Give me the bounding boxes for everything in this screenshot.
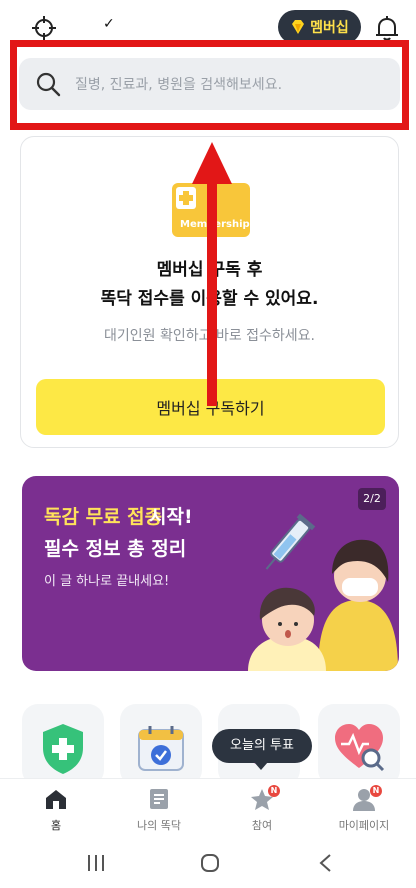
nav-mypage[interactable]: N 마이페이지 <box>314 785 414 833</box>
bell-icon[interactable] <box>372 13 402 43</box>
membership-title-line2: 똑닥 접수를 이용할 수 있어요. <box>100 289 319 309</box>
vote-tooltip[interactable]: 오늘의 투표 <box>212 729 312 763</box>
nav-mypage-label: 마이페이지 <box>338 819 390 832</box>
home-button-icon[interactable] <box>200 853 220 873</box>
calendar-check-icon <box>138 726 184 771</box>
back-icon[interactable] <box>318 853 334 873</box>
nav-home-label: 홈 <box>50 819 62 832</box>
banner-title-rest: 시작! <box>149 506 193 528</box>
heart-search-icon <box>335 724 385 772</box>
quick-tile-health-check[interactable] <box>318 704 400 786</box>
banner-page-indicator: 2/2 <box>358 488 386 510</box>
nav-participate-badge: N <box>268 785 280 797</box>
membership-button[interactable]: 멤버십 <box>278 10 361 44</box>
membership-card-icon: Membership <box>172 183 250 237</box>
document-icon <box>150 789 168 809</box>
nav-my-ddocdoc[interactable]: 나의 똑닥 <box>109 787 209 833</box>
membership-card: Membership 멤버십 구독 후 똑닥 접수를 이용할 수 있어요. 대기… <box>20 136 399 448</box>
nav-mypage-badge: N <box>370 785 382 797</box>
quick-tile-reservation[interactable] <box>120 704 202 786</box>
membership-icon-text: Membership <box>180 219 250 230</box>
check-icon: ✓ <box>103 16 115 32</box>
bottom-navigation: 홈 나의 똑닥 N 참여 N 마이페이지 <box>0 778 416 836</box>
vaccine-illustration <box>248 513 398 671</box>
quick-menu-row <box>0 704 416 786</box>
home-icon <box>46 790 66 809</box>
subscribe-membership-button[interactable]: 멤버십 구독하기 <box>36 379 385 435</box>
annotation-highlight-box <box>10 40 409 130</box>
gem-icon <box>292 20 305 34</box>
membership-subtitle: 대기인원 확인하고 바로 접수하세요. <box>104 328 315 344</box>
shield-plus-icon <box>43 724 83 774</box>
membership-title-line1: 멤버십 구독 후 <box>156 260 263 280</box>
system-navigation-bar <box>0 836 416 888</box>
recent-apps-icon[interactable] <box>86 854 106 872</box>
crosshair-icon[interactable] <box>30 14 58 42</box>
promo-banner[interactable]: 독감 무료 접종 시작! 필수 정보 총 정리 이 글 하나로 끝내세요! 2/… <box>22 476 399 671</box>
banner-title-line2: 필수 정보 총 정리 <box>44 538 187 560</box>
nav-participate-label: 참여 <box>251 819 273 832</box>
banner-title-highlight: 독감 무료 접종 <box>44 506 163 528</box>
nav-home[interactable]: 홈 <box>6 787 106 833</box>
tooltip-tail <box>254 762 268 770</box>
nav-my-ddocdoc-label: 나의 똑닥 <box>137 819 181 832</box>
membership-label: 멤버십 <box>310 20 349 36</box>
nav-participate[interactable]: N 참여 <box>212 785 312 833</box>
quick-tile-insurance[interactable] <box>22 704 104 786</box>
banner-subtitle: 이 글 하나로 끝내세요! <box>44 574 170 589</box>
